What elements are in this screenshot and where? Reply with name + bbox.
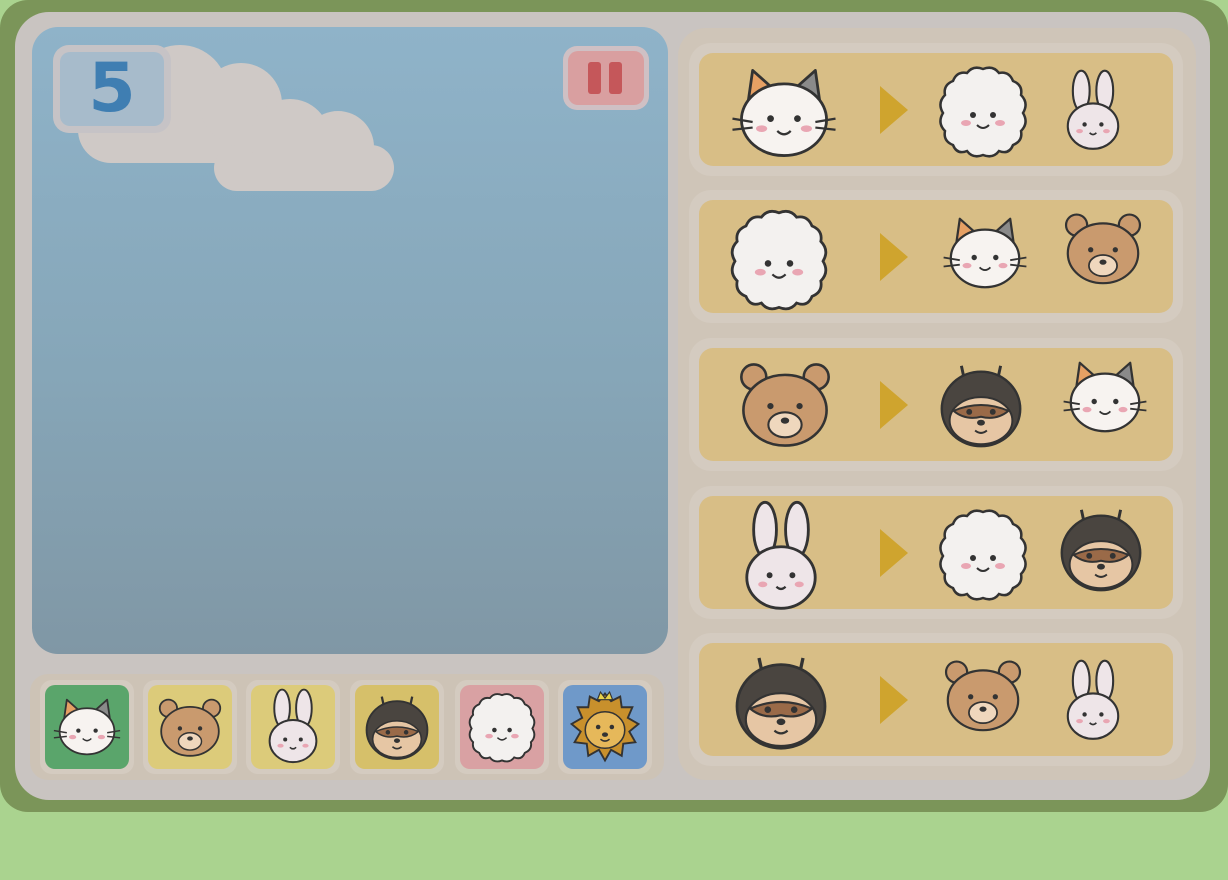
rabbit-face-icon (745, 500, 817, 610)
tanuki-face-icon (735, 657, 827, 750)
tanuki-face-icon (1060, 509, 1142, 592)
counter-value: 5 (60, 52, 164, 126)
arrow-icon (880, 675, 908, 724)
arrow-icon (880, 232, 908, 281)
palette-lion-button[interactable] (558, 680, 652, 774)
rabbit-face-icon (1066, 659, 1120, 740)
arrow-icon (880, 85, 908, 134)
sheep-face-icon (468, 693, 536, 763)
rule-row-3 (689, 338, 1183, 471)
rule-row-2 (689, 190, 1183, 323)
bear-face-icon (158, 698, 222, 757)
cat-face-icon (732, 69, 836, 157)
pause-button[interactable] (563, 46, 649, 110)
counter-box: 5 (53, 45, 171, 133)
palette-cat-button[interactable] (40, 680, 134, 774)
arrow-icon (880, 528, 908, 577)
sheep-face-icon (939, 66, 1027, 158)
palette-tanuki-button[interactable] (350, 680, 444, 774)
rule-row-5 (689, 633, 1183, 766)
bear-face-icon (944, 660, 1022, 732)
cat-face-icon (943, 217, 1027, 289)
lion-face-icon (569, 690, 641, 763)
palette-bear-button[interactable] (143, 680, 237, 774)
tanuki-face-icon (940, 365, 1022, 448)
bear-face-icon (740, 363, 830, 447)
sheep-face-icon (939, 509, 1027, 601)
pause-icon (568, 51, 644, 105)
palette-rabbit-button[interactable] (246, 680, 340, 774)
cat-face-icon (53, 698, 121, 756)
tanuki-face-icon (365, 696, 429, 760)
palette-sheep-button[interactable] (455, 680, 549, 774)
rule-row-4 (689, 486, 1183, 619)
arrow-icon (880, 380, 908, 429)
bear-face-icon (1064, 213, 1142, 285)
rabbit-face-icon (1066, 69, 1120, 150)
rule-row-1 (689, 43, 1183, 176)
sheep-face-icon (730, 209, 828, 311)
cat-face-icon (1063, 361, 1147, 433)
rabbit-face-icon (268, 688, 318, 764)
cloud-right-puff-2 (302, 111, 374, 183)
